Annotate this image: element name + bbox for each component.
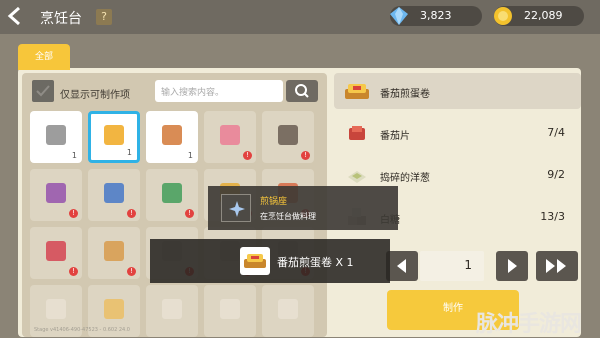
crafted-notice (150, 239, 390, 283)
recipe-slot[interactable]: 1 (30, 111, 82, 163)
ingredient-name: 番茄片 (380, 131, 410, 142)
recipe-title: 番茄煎蛋卷 (380, 89, 430, 100)
item-count: 1 (71, 151, 77, 160)
recipe-slot[interactable]: ! (88, 169, 140, 221)
recipe-slot[interactable]: ! (146, 169, 198, 221)
coin-amount: 22,089 (524, 9, 563, 22)
item-icon (162, 299, 182, 319)
item-icon (220, 299, 240, 319)
recipe-header (334, 73, 581, 109)
recipe-slot[interactable]: 1 (146, 111, 198, 163)
coin-icon (494, 7, 512, 25)
ingredient-quantity: 7/4 (547, 126, 565, 139)
recipe-slot[interactable]: ! (30, 227, 82, 279)
item-icon (278, 299, 298, 319)
quantity-field[interactable]: 1 (420, 251, 484, 281)
crafted-notice-text: 番茄煎蛋卷 X 1 (277, 256, 354, 269)
triangle-left-icon (397, 259, 406, 273)
item-icon (46, 183, 66, 203)
item-icon (104, 125, 124, 145)
missing-materials-icon: ! (243, 151, 252, 160)
gem-counter: 3,823 (390, 6, 482, 26)
watermark: 脉冲手游网 (476, 312, 582, 337)
search-icon (295, 84, 309, 98)
craftable-only-checkbox[interactable] (32, 80, 54, 102)
recipe-slot[interactable]: ! (88, 227, 140, 279)
missing-materials-icon: ! (69, 209, 78, 218)
onion-icon (348, 171, 366, 183)
item-icon (162, 183, 182, 203)
diamond-icon (390, 7, 408, 25)
item-count: 1 (126, 148, 132, 157)
tomato-omelette-icon (240, 247, 270, 275)
recipe-slot[interactable]: ! (204, 111, 256, 163)
tooltip-title: 煎锅座 (260, 197, 288, 207)
ingredient-row: 番茄片 7/4 (334, 116, 581, 150)
page-title: 烹饪台 (40, 11, 82, 27)
triangle-right-icon (508, 259, 517, 273)
item-icon (46, 299, 66, 319)
missing-materials-icon: ! (69, 267, 78, 276)
missing-materials-icon: ! (185, 209, 194, 218)
ingredient-name: 捣碎的洋葱 (380, 173, 430, 184)
tooltip-subtitle: 在烹饪台做料理 (260, 212, 316, 221)
item-icon (162, 125, 182, 145)
ingredient-quantity: 9/2 (547, 168, 565, 181)
item-icon (104, 183, 124, 203)
item-icon (104, 241, 124, 261)
recipe-slot[interactable]: ! (262, 111, 314, 163)
recipe-slot[interactable]: 1 (88, 111, 140, 163)
checkmark-icon (36, 85, 50, 97)
search-input[interactable]: 输入搜索内容。 (155, 80, 283, 102)
item-icon (104, 299, 124, 319)
coin-counter: 22,089 (494, 6, 584, 26)
make-button-label: 制作 (443, 303, 463, 314)
back-icon[interactable] (4, 5, 26, 27)
search-button[interactable] (286, 80, 318, 102)
tab-all[interactable]: 全部 (18, 44, 70, 70)
double-triangle-right-icon (546, 259, 566, 273)
item-icon (278, 125, 298, 145)
recipe-slot[interactable] (204, 285, 256, 337)
ingredient-quantity: 13/3 (540, 210, 565, 223)
item-icon (46, 125, 66, 145)
missing-materials-icon: ! (301, 151, 310, 160)
recipe-slot[interactable] (146, 285, 198, 337)
craftable-only-label: 仅显示可制作项 (60, 90, 130, 101)
recipe-slot[interactable] (262, 285, 314, 337)
missing-materials-icon: ! (127, 209, 136, 218)
tomato-omelette-icon (345, 84, 369, 99)
decrease-button[interactable] (386, 251, 418, 281)
recipe-slot[interactable]: ! (30, 169, 82, 221)
item-icon (220, 125, 240, 145)
tomato-slice-icon (349, 126, 365, 140)
frying-pan-stand-icon (221, 194, 251, 222)
increase-button[interactable] (496, 251, 528, 281)
item-icon (46, 241, 66, 261)
item-count: 1 (187, 151, 193, 160)
max-quantity-button[interactable] (536, 251, 578, 281)
help-button[interactable]: ? (96, 9, 112, 25)
version-text: Stage v41406-490-47523 - 0.602 24.0 (34, 327, 130, 333)
gem-amount: 3,823 (420, 9, 452, 22)
missing-materials-icon: ! (127, 267, 136, 276)
